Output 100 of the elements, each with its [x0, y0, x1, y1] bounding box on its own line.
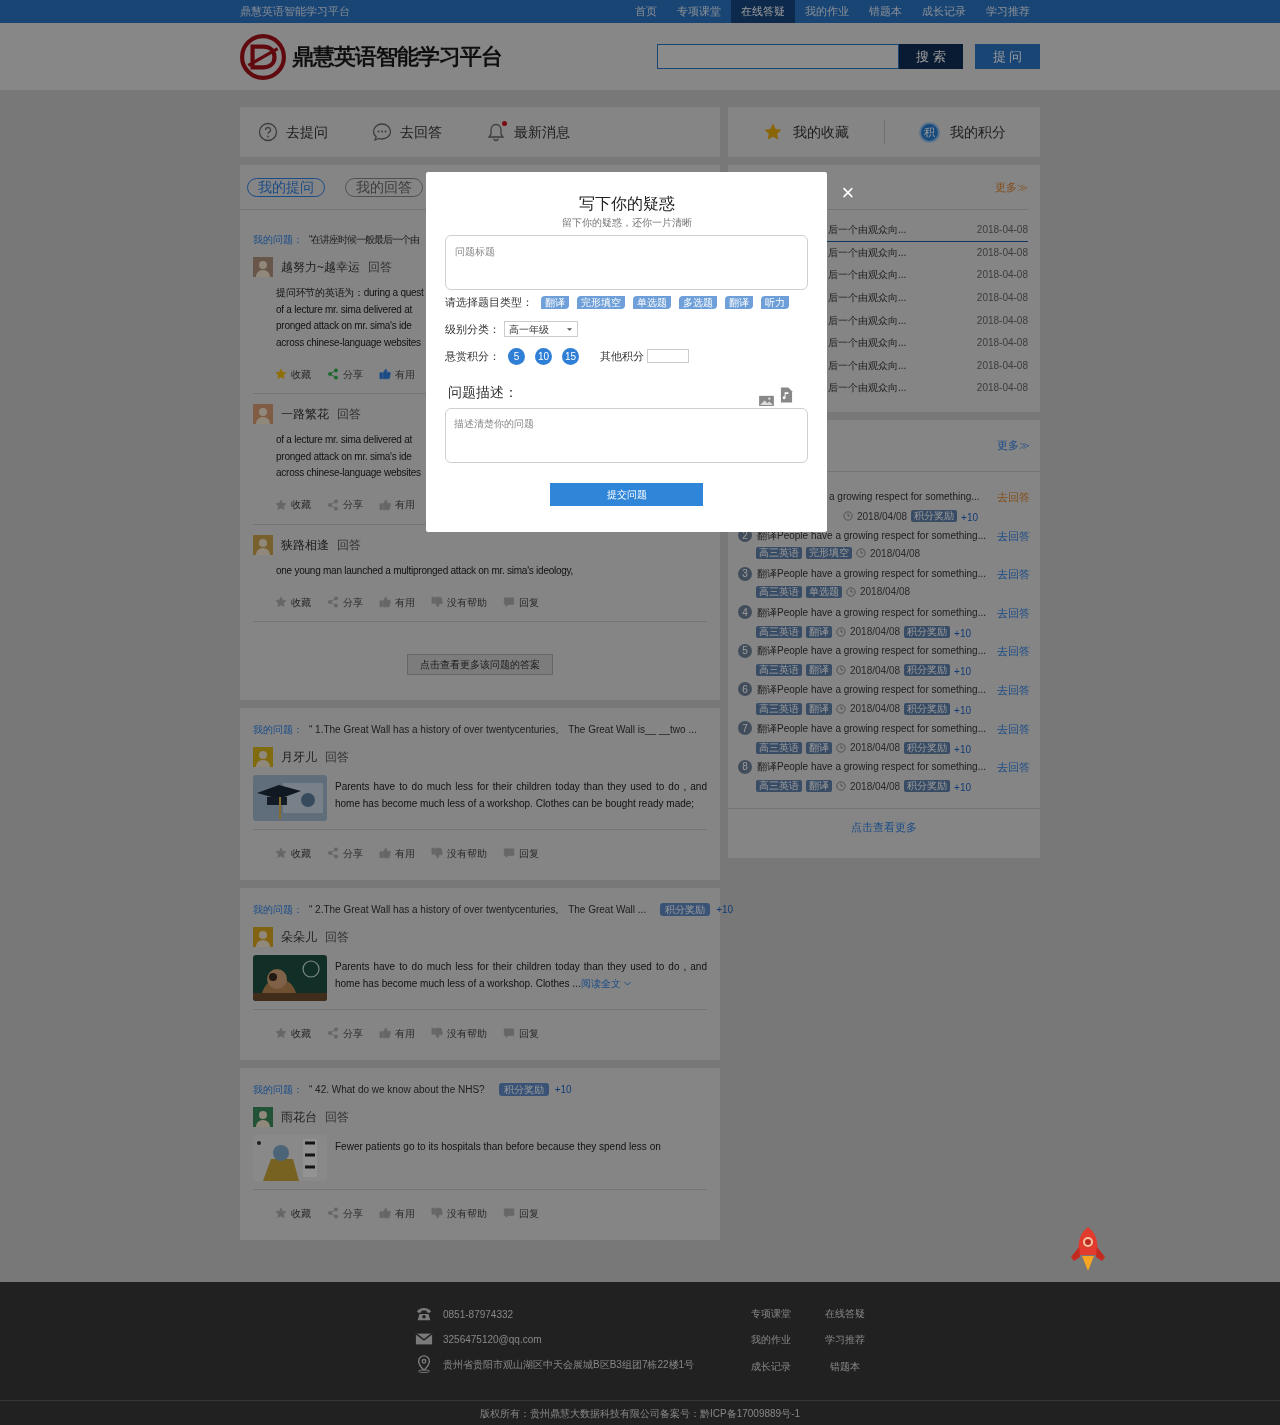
- answer-link[interactable]: 去回答: [997, 527, 1030, 567]
- footer-link[interactable]: 学习推荐: [825, 1332, 865, 1349]
- quick-nav-link[interactable]: 去回答: [372, 121, 486, 143]
- music-file-icon[interactable]: [780, 386, 793, 403]
- share-button[interactable]: 分享: [327, 1025, 363, 1041]
- not-helpful-button[interactable]: 没有帮助: [431, 594, 487, 610]
- close-button[interactable]: ×: [838, 180, 858, 206]
- share-button[interactable]: 分享: [327, 366, 363, 382]
- type-option[interactable]: 单选题: [633, 295, 671, 309]
- logo-text: 鼎慧英语智能学习平台: [292, 43, 502, 71]
- nav-tab[interactable]: 学习推荐: [976, 0, 1040, 23]
- quick-nav-link[interactable]: 最新消息: [486, 121, 600, 143]
- question-title[interactable]: 翻译People have a growing respect for something...: [757, 720, 986, 736]
- reply-button[interactable]: 回复: [503, 845, 539, 861]
- share-button[interactable]: 分享: [327, 497, 363, 512]
- like-button[interactable]: 有用: [379, 1205, 415, 1221]
- nav-tab[interactable]: 错题本: [859, 0, 912, 23]
- favorite-button[interactable]: 收藏: [275, 366, 311, 382]
- share-button[interactable]: 分享: [327, 845, 363, 861]
- nav-tab[interactable]: 专项课堂: [667, 0, 731, 23]
- search-button[interactable]: 搜 索: [899, 44, 963, 69]
- footer-link[interactable]: 成长记录: [751, 1358, 791, 1376]
- view-more-link[interactable]: 点击查看更多: [851, 819, 917, 836]
- favorite-button[interactable]: 收藏: [275, 497, 311, 512]
- search-field[interactable]: [657, 44, 899, 69]
- nav-tab[interactable]: 在线答疑: [731, 0, 795, 23]
- description-field[interactable]: 描述清楚你的问题: [445, 407, 808, 463]
- submit-button[interactable]: 提交问题: [550, 482, 703, 506]
- footer-link[interactable]: 在线答疑: [825, 1306, 865, 1323]
- favorite-button[interactable]: 收藏: [275, 1025, 311, 1041]
- nav-tab[interactable]: 成长记录: [912, 0, 976, 23]
- answer-link[interactable]: 去回答: [997, 604, 1030, 644]
- image-icon[interactable]: [759, 393, 774, 406]
- share-button[interactable]: 分享: [327, 594, 363, 610]
- user-name[interactable]: 雨花台: [281, 1108, 317, 1126]
- type-option[interactable]: 完形填空: [577, 295, 625, 309]
- number-badge: 4: [738, 605, 752, 620]
- answer-link[interactable]: 去回答: [997, 759, 1030, 798]
- favorite-button[interactable]: 收藏: [275, 1205, 311, 1221]
- not-helpful-button[interactable]: 没有帮助: [431, 845, 487, 861]
- type-option[interactable]: 翻译: [541, 295, 569, 309]
- reward-option[interactable]: 15: [562, 347, 579, 365]
- answer-link[interactable]: 去回答: [997, 566, 1030, 605]
- favorite-button[interactable]: 收藏: [275, 594, 311, 610]
- favorite-button[interactable]: 收藏: [275, 845, 311, 861]
- question-title[interactable]: 翻译People have a growing respect for something...: [757, 681, 986, 697]
- not-helpful-button[interactable]: 没有帮助: [431, 1205, 487, 1221]
- question-text[interactable]: “ 42. What do we know about the NHS?: [309, 1082, 485, 1097]
- type-option[interactable]: 翻译: [725, 295, 753, 309]
- title-field[interactable]: 问题标题: [445, 235, 808, 290]
- level-select[interactable]: 高一年级: [504, 321, 578, 338]
- question-title[interactable]: 翻译People have a growing respect for something...: [757, 643, 986, 659]
- my-link[interactable]: 我的收藏: [728, 121, 884, 143]
- question-title[interactable]: 翻译People have a growing respect for something...: [757, 604, 986, 620]
- question-text[interactable]: “ 1.The Great Wall has a history of over twentycenturies。 The Great Wall is__ __two ...: [309, 722, 697, 737]
- like-button[interactable]: 有用: [379, 845, 415, 861]
- other-points-field[interactable]: [647, 349, 689, 363]
- nav-tab[interactable]: 我的作业: [795, 0, 859, 23]
- reward-option[interactable]: 10: [535, 347, 552, 365]
- chat-icon: [372, 122, 392, 142]
- question-title[interactable]: a growing respect for something...: [829, 489, 980, 504]
- footer-link[interactable]: 专项课堂: [751, 1306, 791, 1323]
- type-option[interactable]: 多选题: [679, 295, 717, 309]
- like-button[interactable]: 有用: [379, 594, 415, 610]
- nav-tab[interactable]: 首页: [625, 0, 667, 23]
- answer-link[interactable]: 去回答: [997, 681, 1030, 721]
- question-text[interactable]: “在讲座时候一般最后一个由: [309, 232, 420, 247]
- more-answers-button[interactable]: 点击查看更多该问题的答案: [407, 654, 553, 675]
- reply-button[interactable]: 回复: [503, 1025, 539, 1041]
- like-button[interactable]: 有用: [379, 497, 415, 512]
- reply-button[interactable]: 回复: [503, 1205, 539, 1221]
- more-link[interactable]: 更多≫: [997, 437, 1030, 454]
- reply-button[interactable]: 回复: [503, 594, 539, 610]
- read-more-link[interactable]: 阅读全文: [580, 975, 632, 992]
- category-tag: 翻译: [806, 702, 832, 715]
- question-text[interactable]: “ 2.The Great Wall has a history of over twentycenturies。 The Great Wall ...: [309, 902, 647, 917]
- user-name[interactable]: 越努力~越幸运: [281, 258, 360, 276]
- question-title[interactable]: 翻译People have a growing respect for something...: [757, 566, 986, 582]
- copyright-text: 版权所有：贵州鼎慧大数据科技有限公司备案号：黔ICP备17009889号-1: [479, 1406, 801, 1421]
- my-link[interactable]: 积 我的积分: [884, 121, 1040, 143]
- reward-option[interactable]: 5: [508, 347, 525, 365]
- user-name[interactable]: 月牙儿: [281, 748, 317, 766]
- footer-link[interactable]: 错题本: [825, 1358, 865, 1376]
- user-name[interactable]: 朵朵儿: [281, 928, 317, 946]
- user-name[interactable]: 一路繁花: [281, 405, 329, 423]
- user-name[interactable]: 狭路相逢: [281, 535, 329, 554]
- number-badge: 3: [738, 566, 752, 581]
- answer-text: Parents have to do much less for their children today than they used to do , and home has become much less of a workshop. Clothes ...阅读全文: [335, 959, 707, 992]
- question-title[interactable]: 翻译People have a growing respect for something...: [757, 759, 986, 775]
- answer-link[interactable]: 去回答: [997, 720, 1030, 760]
- question-label: 我的问题：: [253, 1083, 303, 1097]
- quick-nav-link[interactable]: 去提问: [258, 121, 372, 143]
- footer-link[interactable]: 我的作业: [751, 1332, 791, 1349]
- not-helpful-button[interactable]: 没有帮助: [431, 1025, 487, 1041]
- answer-link[interactable]: 去回答: [997, 643, 1030, 682]
- ask-button[interactable]: 提 问: [975, 44, 1040, 69]
- share-button[interactable]: 分享: [327, 1205, 363, 1221]
- type-option[interactable]: 听力: [761, 295, 789, 309]
- like-button[interactable]: 有用: [379, 1025, 415, 1041]
- like-button[interactable]: 有用: [379, 366, 415, 382]
